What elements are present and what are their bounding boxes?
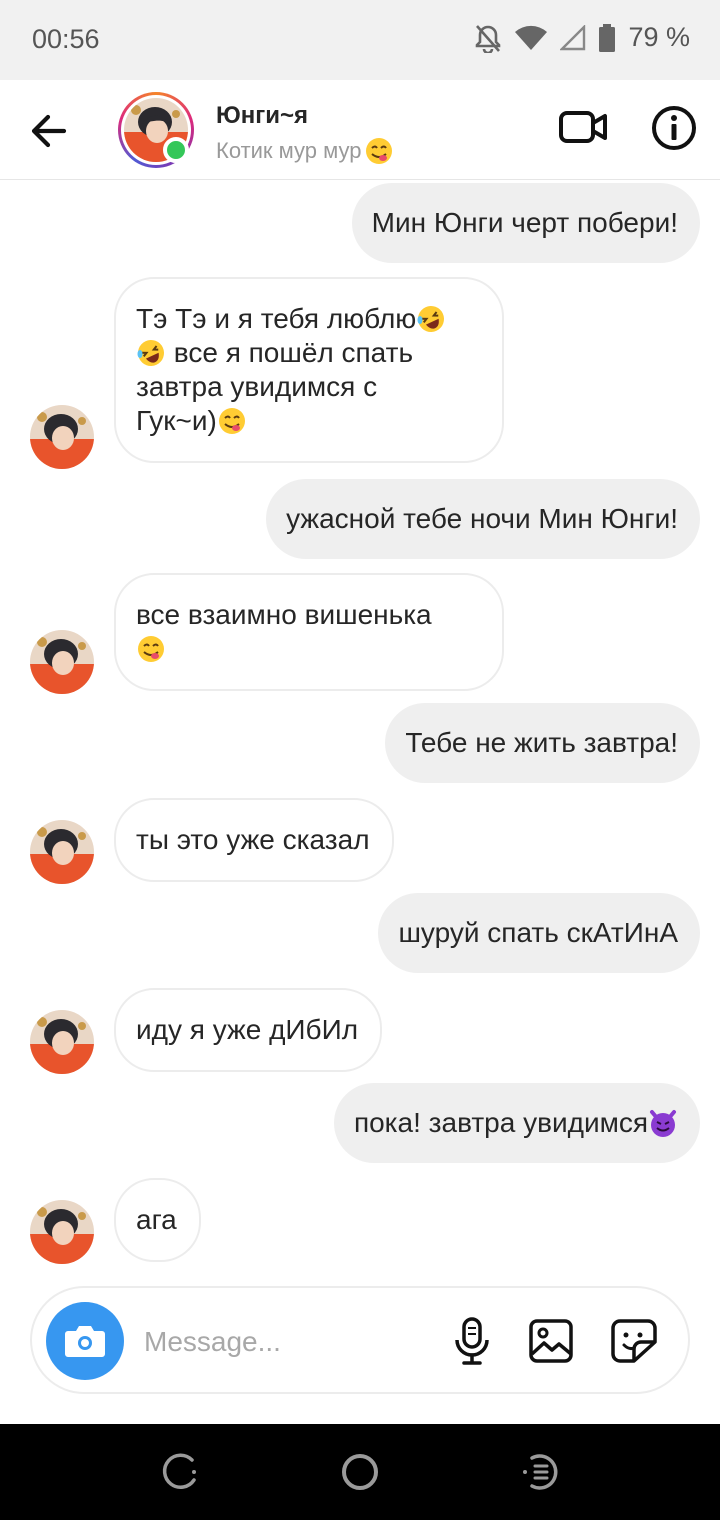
video-call-icon[interactable]: [558, 104, 608, 150]
message-outgoing[interactable]: шуруй спать скАтИнА: [378, 893, 700, 973]
message-incoming[interactable]: все взаимно вишенька: [114, 573, 504, 691]
smiling-devil-icon: [650, 1110, 676, 1137]
notifications-off-icon: [476, 24, 501, 53]
avatar-photo: [30, 405, 94, 469]
info-icon[interactable]: [650, 104, 698, 152]
message-thread: Мин Юнги черт побери! Тэ Тэ и я тебя люб…: [0, 181, 720, 1281]
wifi-icon: [515, 25, 548, 50]
message-outgoing[interactable]: Мин Юнги черт побери!: [351, 183, 700, 263]
message-line: все я пошёл спать: [166, 337, 414, 368]
message-incoming[interactable]: ты это уже сказал: [114, 798, 394, 882]
status-time: 00:56: [32, 24, 100, 54]
battery-percent: 79 %: [628, 22, 690, 52]
message-text: пока! завтра увидимся: [353, 1107, 648, 1138]
back-gesture-icon[interactable]: [158, 1450, 202, 1494]
yum-face-icon: [365, 138, 392, 164]
system-nav-bar: [0, 1424, 720, 1520]
message-incoming[interactable]: иду я уже дИбИл: [114, 988, 383, 1072]
status-bar: 00:56 79 %: [0, 0, 720, 80]
rofl-face-icon: [417, 306, 445, 332]
rofl-face-icon: [137, 340, 164, 366]
contact-subtitle-text: Котик мур мур: [216, 138, 362, 163]
avatar-photo: [30, 1010, 94, 1074]
sender-avatar[interactable]: [30, 1010, 94, 1074]
gallery-icon[interactable]: [528, 1318, 574, 1364]
message-outgoing[interactable]: пока! завтра увидимся: [333, 1083, 700, 1163]
sender-avatar[interactable]: [30, 405, 94, 469]
camera-button[interactable]: [46, 1302, 124, 1380]
message-outgoing[interactable]: ужасной тебе ночи Мин Юнги!: [266, 479, 700, 559]
contact-name[interactable]: Юнги~я: [216, 102, 308, 130]
message-text: все взаимно вишенька: [136, 599, 432, 630]
message-line: Гук~и): [136, 405, 217, 436]
battery-icon: [599, 23, 616, 52]
sender-avatar[interactable]: [30, 1200, 94, 1264]
message-line: завтра увидимся с: [136, 371, 378, 402]
avatar-photo: [30, 1200, 94, 1264]
contact-subtitle: Котик мур мур: [216, 136, 394, 166]
message-line: Тэ Тэ и я тебя люблю: [136, 303, 417, 334]
avatar-photo: [30, 630, 94, 694]
cell-signal-icon: [560, 24, 586, 50]
back-arrow-icon[interactable]: [26, 108, 72, 154]
message-composer: [30, 1286, 690, 1394]
status-icons: 79 %: [474, 22, 690, 53]
message-incoming[interactable]: Тэ Тэ и я тебя люблю все я пошёл спать з…: [114, 277, 504, 463]
recent-apps-icon[interactable]: [518, 1450, 562, 1494]
avatar-photo: [30, 820, 94, 884]
camera-icon: [65, 1326, 105, 1357]
sender-avatar[interactable]: [30, 630, 94, 694]
yum-face-icon: [218, 408, 245, 434]
yum-face-icon: [138, 636, 164, 662]
chat-header: Юнги~я Котик мур мур: [0, 80, 720, 180]
message-incoming[interactable]: ага: [114, 1178, 201, 1262]
sticker-icon[interactable]: [610, 1318, 658, 1364]
message-input[interactable]: [144, 1316, 424, 1368]
home-icon[interactable]: [338, 1450, 382, 1494]
message-outgoing[interactable]: Тебе не жить завтра!: [385, 703, 700, 783]
sender-avatar[interactable]: [30, 820, 94, 884]
microphone-icon[interactable]: [452, 1316, 492, 1366]
online-status-dot: [163, 137, 189, 163]
